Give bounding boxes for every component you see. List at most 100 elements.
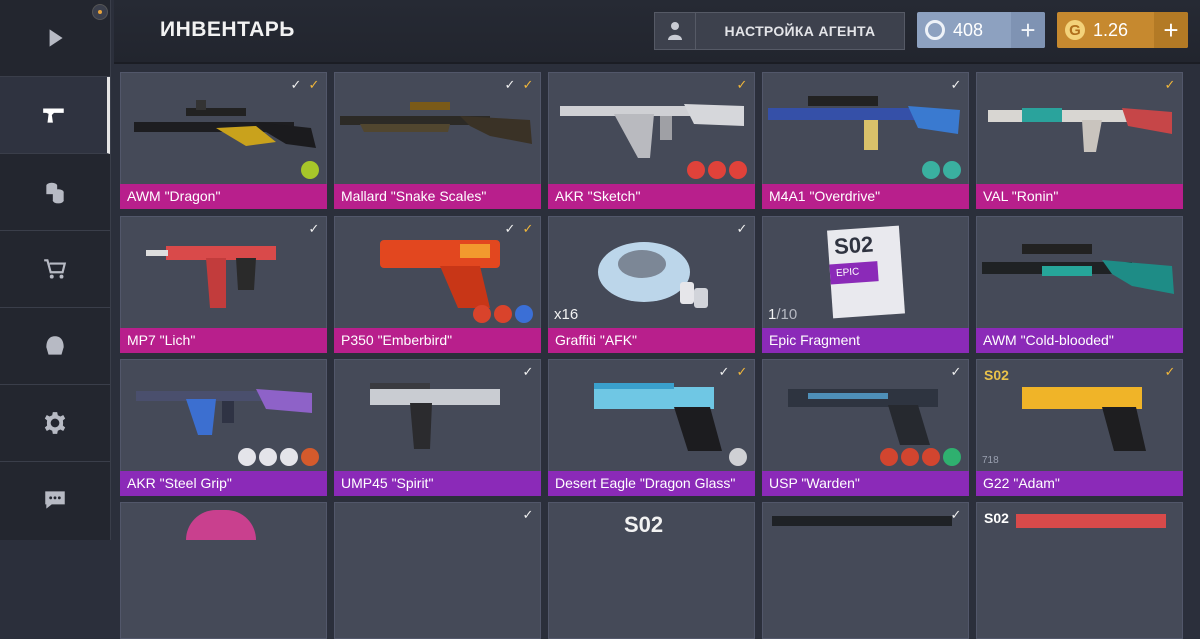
item-name: UMP45 "Spirit" (334, 471, 541, 496)
sidebar-item-settings[interactable] (0, 385, 110, 462)
inventory-item[interactable]: AWM "Cold-blooded" (976, 216, 1183, 353)
inventory-item[interactable]: ✓ x16 Graffiti "AFK" (548, 216, 755, 353)
item-name: Graffiti "AFK" (548, 328, 755, 353)
weapon-image (560, 104, 744, 158)
page-title: ИНВЕНТАРЬ (160, 18, 295, 41)
inventory-item[interactable]: ✓ ✓ AWM "Dragon" (120, 72, 327, 209)
weapon-image (594, 383, 722, 451)
top-bar: ИНВЕНТАРЬ НАСТРОЙКА АГЕНТА 408 + G 1.26 … (114, 0, 1200, 64)
item-name: Desert Eagle "Dragon Glass" (548, 471, 755, 496)
inventory-item[interactable]: ✓ AKR "Sketch" (548, 72, 755, 209)
sticker-icon (301, 448, 319, 466)
sticker-icon (729, 161, 747, 179)
weapon-image (768, 96, 960, 150)
sticker-icon (473, 305, 491, 323)
silver-amount: 408 (953, 19, 984, 40)
sticker-icon (301, 161, 319, 179)
inventory-item[interactable]: ✓ ✓ P350 "Emberbird" (334, 216, 541, 353)
sticker-icon (259, 448, 277, 466)
item-name: VAL "Ronin" (976, 184, 1183, 209)
sticker-icon (687, 161, 705, 179)
inventory-item[interactable]: ✓ ✓ Desert Eagle "Dragon Glass" (548, 359, 755, 496)
gear-icon (44, 412, 66, 434)
agent-helmet-icon (46, 336, 64, 355)
inventory-item[interactable]: ✓ USP "Warden" (762, 359, 969, 496)
item-name: AKR "Sketch" (548, 184, 755, 209)
sidebar-item-play[interactable] (0, 0, 110, 77)
inventory-item[interactable]: ✓ UMP45 "Spirit" (334, 359, 541, 496)
inventory-item[interactable]: S02 (548, 502, 755, 639)
inventory-item[interactable]: ✓ ✓ Mallard "Snake Scales" (334, 72, 541, 209)
sticker-icon (943, 448, 961, 466)
weapon-image (370, 383, 500, 449)
fragment-card-image: S02 EPIC (827, 225, 905, 319)
sidebar-item-market[interactable] (0, 231, 110, 308)
item-name: MP7 "Lich" (120, 328, 327, 353)
gold-coin-icon: G (1065, 20, 1085, 40)
inventory-item[interactable]: ✓ VAL "Ronin" (976, 72, 1183, 209)
item-name: M4A1 "Overdrive" (762, 184, 969, 209)
sidebar-item-shop-currency[interactable] (0, 154, 110, 231)
weapon-image (788, 389, 938, 445)
inventory-item[interactable]: AKR "Steel Grip" (120, 359, 327, 496)
weapon-image (340, 102, 532, 144)
play-icon (49, 29, 63, 47)
sticker-icon (943, 161, 961, 179)
item-name: Mallard "Snake Scales" (334, 184, 541, 209)
season-logo: S02 (984, 510, 1009, 526)
cart-icon (44, 259, 67, 279)
agent-icon (655, 13, 696, 49)
inventory-item[interactable] (120, 502, 327, 639)
sticker-icon (901, 448, 919, 466)
sticker-icon (922, 161, 940, 179)
fragment-progress: 1/10 (768, 306, 798, 323)
sticker-icon (494, 305, 512, 323)
sidebar-item-inventory[interactable] (0, 77, 110, 154)
add-silver-button[interactable]: + (1011, 12, 1045, 48)
pistol-icon (42, 108, 64, 123)
weapon-image (146, 246, 276, 308)
graffiti-image (598, 242, 708, 308)
item-name: AKR "Steel Grip" (120, 471, 327, 496)
sticker-icon (515, 305, 533, 323)
inventory-item[interactable]: ✓ MP7 "Lich" (120, 216, 327, 353)
gold-currency: G 1.26 + (1057, 12, 1188, 48)
sticker-icon (280, 448, 298, 466)
season-logo: S02 (624, 512, 664, 537)
weapon-image (380, 240, 500, 308)
sidebar-item-chat[interactable] (0, 462, 110, 538)
inventory-item[interactable]: ✓ (762, 502, 969, 639)
inventory-item[interactable]: ✓ M4A1 "Overdrive" (762, 72, 969, 209)
inventory-item[interactable]: S02 ✓ 718 G22 "Adam" (976, 359, 1183, 496)
weapon-image (136, 389, 312, 435)
inventory-item[interactable]: S02 EPIC 1/10 Epic Fragment (762, 216, 969, 353)
gold-amount: 1.26 (1093, 19, 1129, 40)
silver-currency: 408 + (917, 12, 1045, 48)
sticker-icon (880, 448, 898, 466)
agent-settings-button[interactable]: НАСТРОЙКА АГЕНТА (654, 12, 905, 50)
sticker-icon (238, 448, 256, 466)
item-name: AWM "Cold-blooded" (976, 328, 1183, 353)
item-name: AWM "Dragon" (120, 184, 327, 209)
item-name: Epic Fragment (762, 328, 969, 353)
inventory-grid: ✓ ✓ AWM "Dragon" ✓ ✓ Mallard "Snake Scales… (120, 72, 1186, 639)
sticker-icon (922, 448, 940, 466)
sticker-count: 718 (982, 455, 999, 466)
item-image (186, 510, 256, 540)
sticker-icon (708, 161, 726, 179)
equipped-ct-check-icon: ✓ (522, 507, 534, 522)
inventory-item[interactable]: S02 (976, 502, 1183, 639)
sidebar-item-agents[interactable] (0, 308, 110, 385)
item-image (772, 516, 952, 526)
silver-coin-icon (925, 20, 945, 40)
item-quantity: x16 (554, 306, 579, 323)
season-logo: S02 (833, 231, 875, 260)
inventory-item[interactable]: ✓ (334, 502, 541, 639)
chat-icon (45, 491, 65, 509)
weapon-image (1022, 387, 1146, 451)
item-name: G22 "Adam" (976, 471, 1183, 496)
sticker-icon (729, 448, 747, 466)
weapon-image (988, 108, 1172, 152)
add-gold-button[interactable]: + (1154, 12, 1188, 48)
agent-settings-label: НАСТРОЙКА АГЕНТА (724, 23, 876, 39)
